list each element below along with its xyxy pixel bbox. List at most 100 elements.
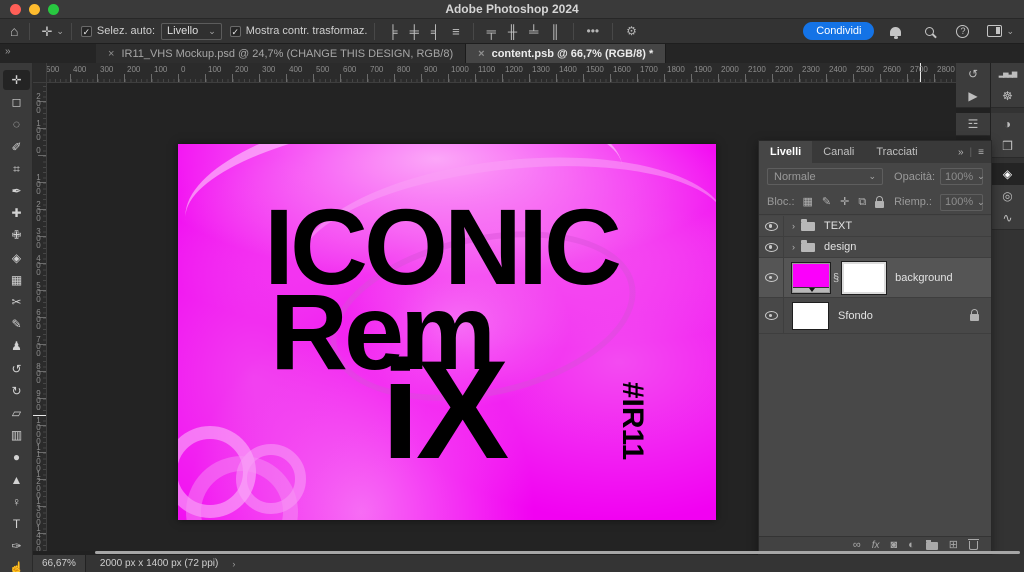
brush-tool[interactable]: ✎ [3, 314, 30, 334]
layer-row-design-group[interactable]: › design [759, 237, 991, 258]
horizontal-scrollbar[interactable] [95, 551, 1020, 554]
rotate-view-tool[interactable]: ☝ [3, 558, 30, 572]
eraser-tool[interactable]: ▱ [3, 403, 30, 423]
close-icon[interactable]: × [478, 48, 484, 60]
histogram-panel-icon[interactable]: ▂▅▃▆ [991, 63, 1024, 85]
paths-panel-icon[interactable]: ∿ [991, 207, 1024, 229]
distribute-vertical-centers-icon[interactable]: ╫ [502, 25, 523, 38]
pen-tool[interactable]: ✑ [3, 536, 30, 556]
actions-panel-icon[interactable]: ▶ [956, 85, 990, 107]
document-tab-mockup[interactable]: × IR11_VHS Mockup.psd @ 24,7% (CHANGE TH… [96, 44, 466, 63]
opacity-input[interactable]: 100% ⌄ [940, 168, 983, 185]
blend-mode-dropdown[interactable]: Normale ⌄ [767, 168, 883, 185]
layer-thumbnail[interactable] [792, 302, 829, 330]
history-brush-tool[interactable]: ↺ [3, 359, 30, 379]
show-transform-checkbox[interactable]: ✓ [230, 26, 241, 37]
properties-panel-icon[interactable]: ☲ [956, 113, 990, 135]
chevron-right-icon[interactable]: › [792, 242, 795, 252]
delete-layer-icon[interactable] [969, 541, 978, 550]
align-left-edges-icon[interactable]: ╞ [382, 25, 403, 38]
more-options-icon[interactable]: ••• [581, 25, 606, 37]
visibility-toggle[interactable] [759, 237, 784, 257]
ruler-horizontal[interactable]: 6005004003002001000100200300400500600700… [47, 63, 956, 83]
layer-thumbnail[interactable] [792, 263, 830, 293]
object-selection-tool[interactable]: ✐ [3, 137, 30, 157]
align-vertical-centers-icon[interactable]: ╪ [404, 25, 425, 38]
visibility-toggle[interactable] [759, 216, 784, 236]
navigator-panel-icon[interactable]: ☸ [991, 85, 1024, 107]
move-tool[interactable]: ✛ [3, 70, 30, 90]
channels-panel-icon[interactable]: ◎ [991, 185, 1024, 207]
auto-select-checkbox[interactable]: ✓ [81, 26, 92, 37]
ruler-origin-corner[interactable] [33, 63, 47, 83]
layers-panel-icon[interactable]: ◈ [991, 163, 1024, 185]
lock-transparency-icon[interactable]: ▦ [803, 197, 813, 208]
notifications-bell-icon[interactable] [890, 27, 901, 36]
layer-row-text-group[interactable]: › TEXT [759, 216, 991, 237]
slice-tool[interactable]: ✂ [3, 292, 30, 312]
lock-artboard-icon[interactable]: ⧉ [858, 197, 866, 208]
panel-menu-icon[interactable]: ≡ [978, 147, 984, 158]
distribute-horizontal-centers-icon[interactable]: ║ [544, 25, 565, 38]
frame-tool[interactable]: ▦ [3, 270, 30, 290]
visibility-toggle[interactable] [759, 298, 784, 333]
rectangular-marquee-tool[interactable]: ◻ [3, 92, 30, 112]
gradient-tool[interactable]: ▥ [3, 425, 30, 445]
share-button[interactable]: Condividi [803, 22, 874, 40]
layer-mask-thumbnail[interactable] [842, 262, 886, 294]
document-canvas[interactable]: ICONIC Rem iX #IR11 [178, 144, 716, 520]
dodge-tool[interactable]: ♀ [3, 492, 30, 512]
layer-style-icon[interactable]: fx [872, 541, 880, 551]
blur-tool[interactable]: ● [3, 447, 30, 467]
patch-tool[interactable]: ◈ [3, 248, 30, 268]
layer-name[interactable]: background [895, 272, 953, 284]
type-tool[interactable]: T [3, 514, 30, 534]
crop-tool[interactable]: ⌗ [3, 159, 30, 179]
toolbar-collapse-icon[interactable]: » [0, 44, 96, 63]
lock-pixels-icon[interactable]: ✎ [822, 197, 831, 208]
clone-stamp-tool[interactable]: ♟ [3, 336, 30, 356]
document-tab-content[interactable]: × content.psb @ 66,7% (RGB/8) * [466, 44, 666, 63]
tab-tracciati[interactable]: Tracciati [865, 141, 928, 163]
align-horizontal-centers-icon[interactable]: ≡ [446, 25, 466, 38]
chevron-right-icon[interactable]: › [232, 559, 235, 569]
tab-canali[interactable]: Canali [812, 141, 865, 163]
eyedropper-tool[interactable]: ✒ [3, 181, 30, 201]
lock-all-icon[interactable] [875, 201, 884, 208]
auto-select-dropdown[interactable]: Livello ⌄ [161, 23, 222, 40]
gear-icon[interactable]: ⚙ [620, 25, 643, 37]
layer-name[interactable]: design [824, 241, 856, 253]
link-layers-icon[interactable]: ∞ [853, 540, 861, 551]
fill-input[interactable]: 100% ⌄ [940, 194, 983, 211]
spot-healing-brush-tool[interactable]: ✚ [3, 203, 30, 223]
workspace-switcher-icon[interactable] [987, 25, 1002, 37]
distribute-bottom-edges-icon[interactable]: ╧ [523, 25, 544, 38]
zoom-level-field[interactable]: 66,67% [33, 555, 86, 572]
new-group-icon[interactable] [926, 542, 938, 550]
distribute-top-edges-icon[interactable]: ╤ [481, 25, 502, 38]
layer-row-background-smart-object[interactable]: § background [759, 258, 991, 298]
layer-mask-icon[interactable]: ◙ [890, 540, 897, 551]
help-icon[interactable]: ? [956, 25, 969, 38]
visibility-toggle[interactable] [759, 258, 784, 297]
chevron-down-icon[interactable]: ⌄ [56, 27, 64, 36]
chevron-down-icon[interactable]: ⌄ [1006, 27, 1014, 36]
mask-link-icon[interactable]: § [833, 272, 839, 284]
layer-name[interactable]: Sfondo [838, 310, 873, 322]
move-tool-icon[interactable]: ✛ [37, 25, 56, 38]
history-panel-icon[interactable]: ↺ [956, 63, 990, 85]
close-icon[interactable]: × [108, 48, 114, 60]
adjustments-panel-icon[interactable]: ◑ [991, 113, 1024, 135]
layer-row-sfondo[interactable]: Sfondo [759, 298, 991, 334]
lock-position-icon[interactable]: ✛ [840, 197, 849, 208]
search-icon[interactable] [925, 27, 934, 36]
adjustment-layer-icon[interactable]: ◐ [908, 540, 915, 551]
new-layer-icon[interactable]: ⊞ [949, 540, 958, 551]
lasso-tool[interactable]: ◌ [3, 114, 30, 134]
layer-name[interactable]: TEXT [824, 220, 852, 232]
panel-collapse-icon[interactable]: » [958, 147, 964, 158]
art-history-brush-tool[interactable]: ↻ [3, 381, 30, 401]
chevron-right-icon[interactable]: › [792, 221, 795, 231]
align-right-edges-icon[interactable]: ╡ [425, 25, 446, 38]
sharpen-tool[interactable]: ▲ [3, 470, 30, 490]
